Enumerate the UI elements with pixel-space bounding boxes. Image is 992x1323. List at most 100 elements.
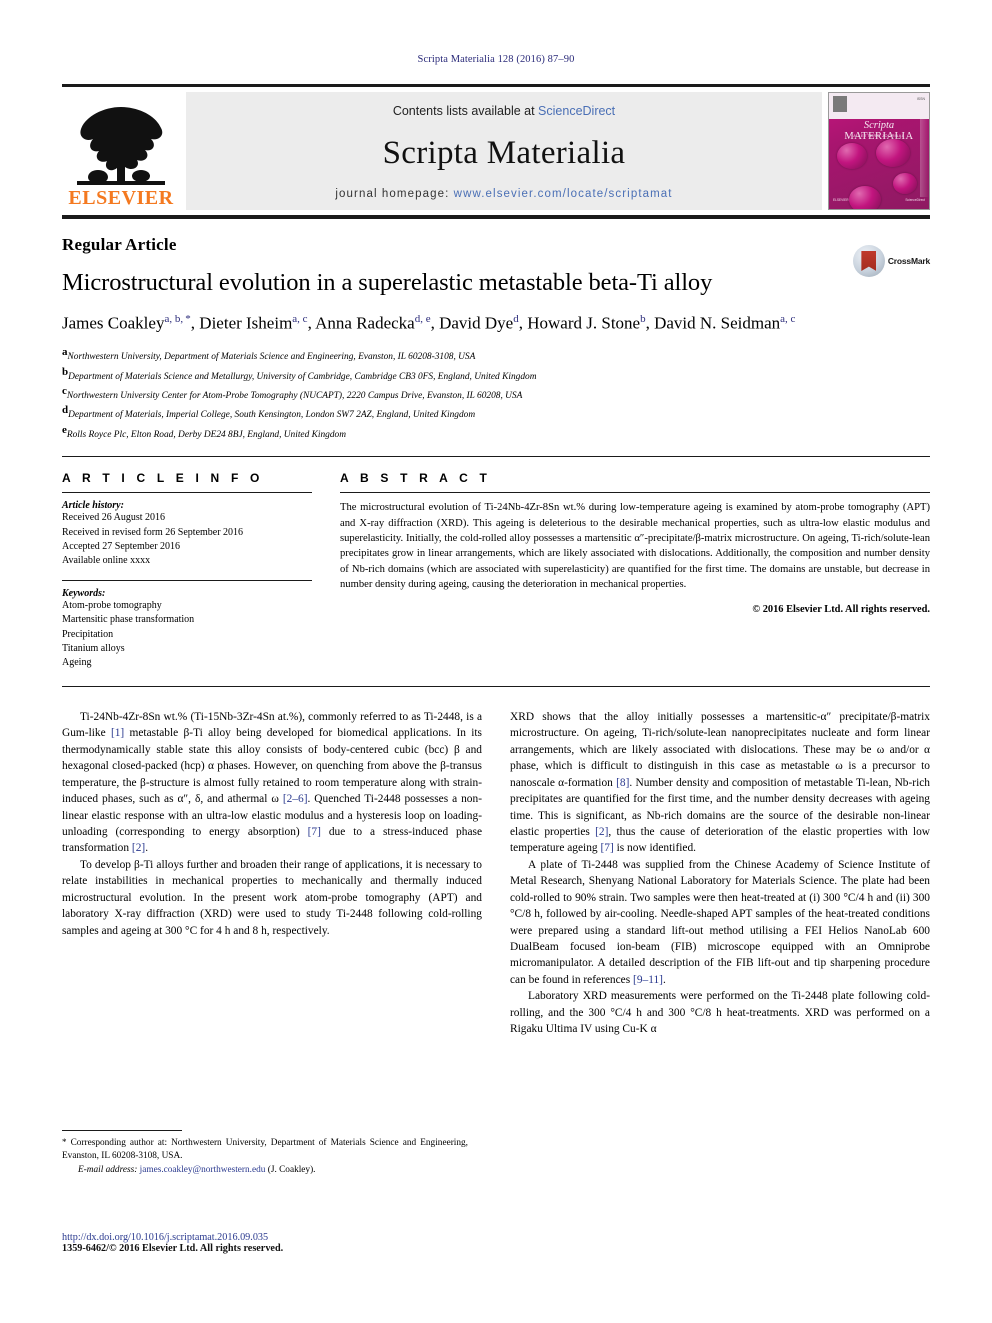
- crossmark-badge-group[interactable]: CrossMark: [852, 245, 930, 277]
- author-affiliation-mark: d, e: [414, 313, 431, 326]
- email-link[interactable]: james.coakley@northwestern.edu: [140, 1165, 266, 1175]
- citation-ref[interactable]: [2]: [132, 842, 145, 854]
- cover-journal-name: Scripta MATERIALIA: [829, 120, 929, 142]
- info-abstract-region: A R T I C L E I N F O Article history: R…: [62, 457, 930, 670]
- abstract-heading: A B S T R A C T: [340, 471, 491, 486]
- abstract-copyright: © 2016 Elsevier Ltd. All rights reserved…: [752, 603, 930, 615]
- citation-ref[interactable]: [2]: [595, 826, 608, 838]
- keyword-item: Martensitic phase transformation: [62, 614, 195, 626]
- journal-cover-thumbnail[interactable]: ISSN Scripta MATERIALIA A LETTERS JOURNA…: [828, 92, 930, 210]
- author-name: Dieter Isheim: [199, 314, 293, 334]
- running-head: Scripta Materialia 128 (2016) 87–90: [417, 54, 575, 65]
- cover-spine-highlight: [920, 119, 929, 197]
- body-paragraph: XRD shows that the alloy initially posse…: [510, 711, 930, 855]
- cover-footer-right: ScienceDirect: [905, 198, 925, 202]
- citation-ref[interactable]: [2–6]: [283, 793, 308, 805]
- body-paragraph: A plate of Ti-2448 was supplied from the…: [510, 858, 930, 986]
- body-paragraph: Ti-24Nb-4Zr-8Sn wt.% (Ti-15Nb-3Zr-4Sn at…: [62, 711, 482, 855]
- citation-ref[interactable]: [9–11]: [633, 974, 663, 986]
- affiliation-text: Northwestern University Center for Atom-…: [66, 391, 523, 402]
- journal-homepage-line: journal homepage: www.elsevier.com/locat…: [335, 188, 672, 200]
- affiliation-text: Department of Materials Science and Meta…: [68, 371, 537, 382]
- footnote-rule: [62, 1130, 182, 1131]
- author-name: James Coakley: [62, 314, 165, 334]
- affiliation-item: bDepartment of Materials Science and Met…: [62, 365, 930, 384]
- title-block: Regular Article Microstructural evolutio…: [62, 219, 930, 442]
- corresponding-author-footnote: * Corresponding author at: Northwestern …: [62, 1130, 468, 1178]
- footnote-text-block: * Corresponding author at: Northwestern …: [62, 1136, 468, 1178]
- cover-title-italic: Scripta: [863, 120, 895, 131]
- author-name: Anna Radecka: [315, 314, 415, 334]
- crossmark-label: CrossMark: [887, 256, 930, 266]
- keywords-rule: [62, 580, 312, 582]
- author-affiliation-mark: a, c: [292, 313, 308, 326]
- keywords-label: Keywords:: [62, 588, 106, 600]
- footnote-email-line: E-mail address: james.coakley@northweste…: [62, 1164, 468, 1177]
- keywords-list: Atom-probe tomography Martensitic phase …: [62, 599, 312, 670]
- page-footer: http://dx.doi.org/10.1016/j.scriptamat.2…: [62, 1232, 482, 1254]
- history-item: Received 26 August 2016: [62, 512, 166, 524]
- affiliation-item: aNorthwestern University, Department of …: [62, 345, 930, 364]
- article-info-heading: A R T I C L E I N F O: [62, 471, 264, 486]
- article-info-column: A R T I C L E I N F O Article history: R…: [62, 471, 312, 670]
- crossmark-book-shape: [861, 251, 877, 271]
- author-name: Howard J. Stone: [527, 314, 641, 334]
- article-page: Scripta Materialia 128 (2016) 87–90 ELSE…: [0, 0, 992, 1323]
- cover-sphere-modeling: [893, 173, 917, 194]
- issn-copyright-line: 1359-6462/© 2016 Elsevier Ltd. All right…: [62, 1243, 284, 1254]
- abstract-column: A B S T R A C T The microstructural evol…: [340, 471, 930, 670]
- keyword-item: Atom-probe tomography: [62, 600, 162, 612]
- journal-masthead: ELSEVIER Contents lists available at Sci…: [62, 84, 930, 210]
- crossmark-icon: [852, 245, 885, 277]
- article-info-rule: [62, 492, 312, 494]
- cover-subtitle: A LETTERS JOURNAL: [853, 133, 905, 138]
- keyword-item: Precipitation: [62, 628, 114, 640]
- affiliation-text: Department of Materials, Imperial Colleg…: [68, 410, 476, 421]
- article-history-label: Article history:: [62, 500, 124, 512]
- body-column-left: Ti-24Nb-4Zr-8Sn wt.% (Ti-15Nb-3Zr-4Sn at…: [62, 709, 482, 1037]
- abstract-text: The microstructural evolution of Ti-24Nb…: [340, 502, 930, 591]
- footnote-text: Corresponding author at: Northwestern Un…: [62, 1138, 468, 1162]
- history-item: Available online xxxx: [62, 554, 151, 566]
- homepage-prefix: journal homepage:: [335, 188, 454, 200]
- author-name: David N. Seidman: [654, 314, 781, 334]
- article-history-list: Received 26 August 2016 Received in revi…: [62, 511, 312, 568]
- page-title: Microstructural evolution in a superelas…: [62, 269, 713, 296]
- email-owner: (J. Coakley).: [267, 1165, 316, 1176]
- doi-link[interactable]: http://dx.doi.org/10.1016/j.scriptamat.2…: [62, 1232, 482, 1243]
- affiliation-text: Northwestern University, Department of M…: [67, 352, 476, 363]
- cover-footer: ELSEVIER ScienceDirect: [829, 198, 929, 207]
- homepage-url[interactable]: www.elsevier.com/locate/scriptamat: [454, 188, 673, 200]
- keyword-item: Ageing: [62, 656, 92, 668]
- abstract-rule: [340, 492, 930, 494]
- contents-prefix: Contents lists available at: [392, 104, 539, 118]
- affiliation-item: dDepartment of Materials, Imperial Colle…: [62, 403, 930, 422]
- sciencedirect-link[interactable]: ScienceDirect: [538, 104, 615, 118]
- body-paragraph: To develop β-Ti alloys further and broad…: [62, 858, 482, 937]
- affiliation-text: Rolls Royce Plc, Elton Road, Derby DE24 …: [66, 430, 347, 441]
- body-column-right: XRD shows that the alloy initially posse…: [510, 709, 930, 1037]
- cover-sphere-structure: [837, 143, 867, 169]
- article-type-label: Regular Article: [62, 235, 177, 254]
- author-affiliation-mark: a, c: [780, 313, 796, 326]
- history-item: Received in revised form 26 September 20…: [62, 526, 244, 538]
- journal-title: Scripta Materialia: [382, 134, 626, 171]
- cover-elsevier-icon: [833, 96, 847, 112]
- masthead-center: Contents lists available at ScienceDirec…: [186, 92, 822, 210]
- citation-ref[interactable]: [7]: [308, 826, 321, 838]
- citation-ref[interactable]: [8]: [616, 777, 629, 789]
- author-affiliation-mark: b: [640, 313, 646, 326]
- footnote-star: *: [62, 1137, 67, 1147]
- citation-ref[interactable]: [1]: [111, 727, 124, 739]
- cover-footer-left: ELSEVIER: [833, 198, 849, 202]
- author-affiliation-mark: a, b, *: [164, 313, 191, 326]
- author-affiliation-mark: d: [513, 313, 519, 326]
- body-columns: Ti-24Nb-4Zr-8Sn wt.% (Ti-15Nb-3Zr-4Sn at…: [62, 709, 930, 1037]
- citation-ref[interactable]: [7]: [600, 842, 613, 854]
- elsevier-tree-icon: [77, 107, 165, 185]
- history-item: Accepted 27 September 2016: [62, 540, 181, 552]
- affiliation-item: eRolls Royce Plc, Elton Road, Derby DE24…: [62, 423, 930, 442]
- affiliation-list: aNorthwestern University, Department of …: [62, 345, 930, 442]
- abstract-bottom-rule: [62, 686, 930, 688]
- contents-available-line: Contents lists available at ScienceDirec…: [393, 104, 615, 118]
